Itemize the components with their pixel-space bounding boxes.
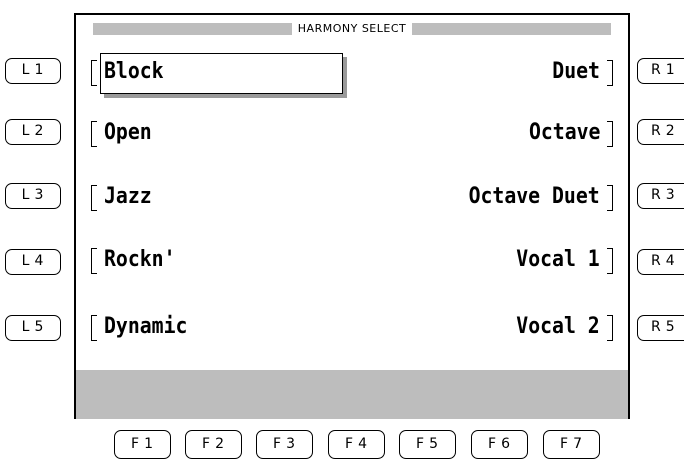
bracket-r2 <box>607 121 613 147</box>
title-bar: HARMONY SELECT <box>93 22 612 36</box>
lcd-screen: HARMONY SELECT Block Open Jazz Rockn' Dy… <box>74 13 630 419</box>
title-stripe-left <box>93 23 292 35</box>
page-title: HARMONY SELECT <box>297 22 407 35</box>
title-stripe-right <box>412 23 612 35</box>
harmony-option-vocal-2[interactable]: Vocal 2 <box>517 314 600 340</box>
f3-button[interactable]: F3 <box>256 430 313 459</box>
l5-button[interactable]: L5 <box>5 315 61 341</box>
r5-button[interactable]: R5 <box>637 315 684 341</box>
harmony-option-block[interactable]: Block <box>104 59 164 85</box>
bracket-r4 <box>607 248 613 274</box>
f6-button[interactable]: F6 <box>471 430 528 459</box>
bracket-l1 <box>91 60 97 86</box>
r4-button[interactable]: R4 <box>637 249 684 275</box>
r3-button[interactable]: R3 <box>637 183 684 209</box>
f1-button[interactable]: F1 <box>114 430 171 459</box>
harmony-option-open[interactable]: Open <box>104 120 152 146</box>
harmony-option-rockn[interactable]: Rockn' <box>104 247 176 273</box>
bracket-l3 <box>91 185 97 211</box>
f2-button[interactable]: F2 <box>185 430 242 459</box>
f4-button[interactable]: F4 <box>328 430 385 459</box>
r1-button[interactable]: R1 <box>637 58 684 84</box>
harmony-option-octave-duet[interactable]: Octave Duet <box>469 184 600 210</box>
l4-button[interactable]: L4 <box>5 249 61 275</box>
harmony-option-dynamic[interactable]: Dynamic <box>104 314 187 340</box>
bracket-r1 <box>607 60 613 86</box>
harmony-option-vocal-1[interactable]: Vocal 1 <box>517 247 600 273</box>
bracket-l4 <box>91 248 97 274</box>
bracket-l2 <box>91 121 97 147</box>
harmony-option-jazz[interactable]: Jazz <box>104 184 152 210</box>
l3-button[interactable]: L3 <box>5 183 61 209</box>
l2-button[interactable]: L2 <box>5 119 61 145</box>
r2-button[interactable]: R2 <box>637 119 684 145</box>
bracket-r3 <box>607 185 613 211</box>
bracket-l5 <box>91 315 97 341</box>
bottom-status-band <box>76 370 628 419</box>
l1-button[interactable]: L1 <box>5 58 61 84</box>
f5-button[interactable]: F5 <box>399 430 456 459</box>
bracket-r5 <box>607 315 613 341</box>
harmony-option-duet[interactable]: Duet <box>552 59 600 85</box>
f7-button[interactable]: F7 <box>543 430 600 459</box>
harmony-option-octave[interactable]: Octave <box>528 120 600 146</box>
